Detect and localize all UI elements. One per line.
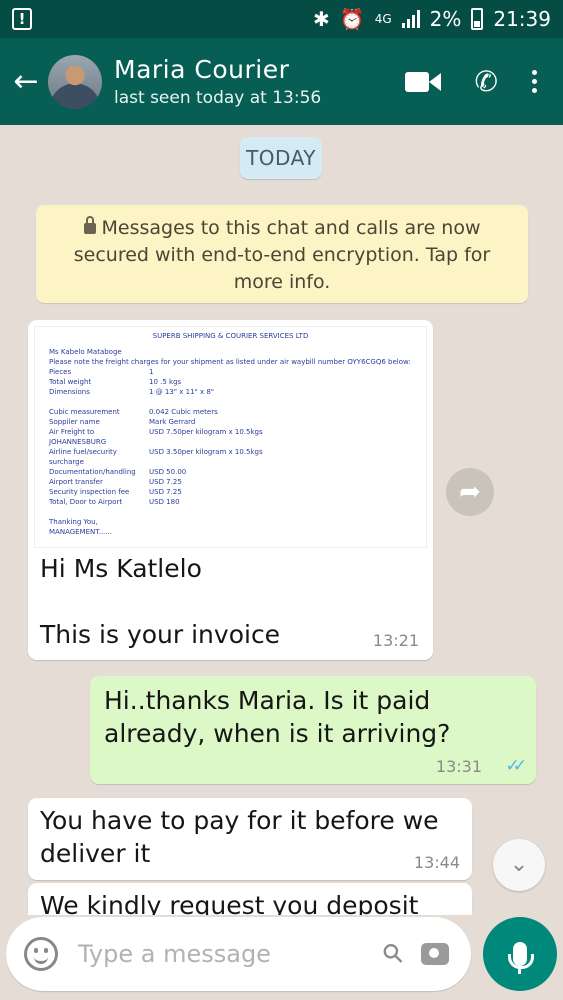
message-input[interactable]: [78, 940, 384, 968]
incoming-image-message[interactable]: SUPERB SHIPPING & COURIER SERVICES LTD M…: [28, 320, 433, 660]
last-seen: last seen today at 13:56: [114, 88, 322, 108]
phone-icon[interactable]: ✆: [475, 65, 498, 98]
status-bar: ! ✱ ⏰ 4G 2% 21:39: [0, 0, 563, 38]
invoice-row: Documentation/handling USD 50.00: [49, 468, 187, 476]
mic-icon: [508, 942, 534, 974]
message-text: Hi Ms Katlelo: [40, 554, 202, 583]
invoice-row: Soppiler name Mark Gerrard: [49, 418, 196, 426]
clock: 21:39: [493, 7, 551, 31]
message-text: You have to pay for it before we deliver…: [40, 806, 439, 868]
chat-area[interactable]: TODAY Messages to this chat and calls ar…: [0, 125, 563, 915]
invoice-row: Dimensions 1 @ 13" x 11" x 8": [49, 388, 215, 396]
invoice-greeting: Ms Kabelo Mataboge: [49, 348, 122, 356]
battery-icon: [471, 8, 484, 30]
invoice-signature: MANAGEMENT......: [49, 528, 113, 536]
emoji-icon[interactable]: [24, 937, 58, 971]
scroll-down-icon[interactable]: ⌄: [493, 839, 545, 891]
message-composer: ⚲: [6, 917, 471, 991]
message-time: 13:31: [435, 757, 482, 776]
mic-button[interactable]: [483, 917, 557, 991]
contact-name: Maria Courier: [114, 55, 290, 84]
back-arrow-icon[interactable]: ←: [4, 64, 48, 99]
chat-header: ← Maria Courier last seen today at 13:56…: [0, 38, 563, 125]
contact-info[interactable]: Maria Courier last seen today at 13:56: [114, 55, 405, 108]
alarm-icon: ⏰: [339, 7, 365, 31]
more-options-icon[interactable]: [532, 70, 537, 93]
invoice-sign-off: Thanking You,: [49, 518, 98, 526]
encryption-text: Messages to this chat and calls are now …: [73, 217, 491, 293]
invoice-row: Airport transfer USD 7.25: [49, 478, 182, 486]
invoice-intro: Please note the freight charges for your…: [49, 358, 411, 366]
read-ticks-icon: ✓✓: [505, 756, 527, 776]
avatar[interactable]: [48, 54, 102, 109]
signal-icon: [401, 10, 420, 28]
invoice-row: Air Freight to JOHANNESBURG USD 7.50per k…: [49, 428, 263, 446]
invoice-row: Cubic measurement 0.042 Cubic meters: [49, 408, 218, 416]
invoice-title: SUPERB SHIPPING & COURIER SERVICES LTD: [152, 332, 309, 340]
share-icon[interactable]: ➦: [446, 468, 494, 516]
message-time: 13:44: [413, 853, 460, 872]
message-text: This is your invoice: [40, 620, 281, 649]
network-label: 4G: [374, 12, 392, 26]
message-time: 13:21: [372, 631, 419, 650]
invoice-row: Total, Door to Airport USD 180: [49, 498, 180, 506]
invoice-row: Airline fuel/security surcharge USD 3.50p…: [49, 448, 263, 466]
outgoing-message[interactable]: Hi..thanks Maria. Is it paid already, wh…: [90, 676, 536, 784]
date-label: TODAY: [240, 137, 322, 179]
invoice-row: Security inspection fee USD 7.25: [49, 488, 182, 496]
lock-icon: [83, 216, 96, 234]
invoice-row: Total weight 10 .5 kgs: [49, 378, 182, 386]
message-text: Hi..thanks Maria. Is it paid already, wh…: [104, 686, 451, 748]
message-text: We kindly request you deposit the: [40, 891, 419, 915]
alert-icon: !: [12, 8, 32, 30]
bluetooth-icon: ✱: [313, 7, 330, 31]
encryption-notice[interactable]: Messages to this chat and calls are now …: [36, 205, 528, 303]
video-call-icon[interactable]: [404, 71, 441, 93]
incoming-message[interactable]: We kindly request you deposit the: [28, 883, 472, 915]
incoming-message[interactable]: You have to pay for it before we deliver…: [28, 798, 472, 880]
invoice-image[interactable]: SUPERB SHIPPING & COURIER SERVICES LTD M…: [34, 326, 427, 548]
invoice-row: Pieces 1: [49, 368, 154, 376]
camera-icon[interactable]: [421, 943, 449, 965]
battery-percent: 2%: [429, 7, 462, 31]
